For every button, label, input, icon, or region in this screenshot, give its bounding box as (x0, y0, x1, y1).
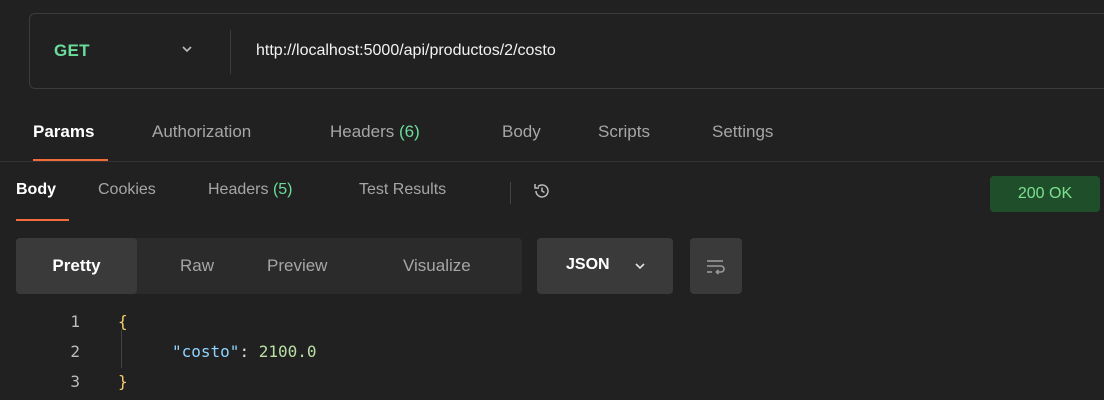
format-raw[interactable]: Raw (180, 238, 214, 294)
chevron-down-icon[interactable] (180, 42, 194, 56)
url-input[interactable]: http://localhost:5000/api/productos/2/co… (256, 42, 556, 60)
line-number: 2 (70, 342, 80, 361)
tab-headers[interactable]: Headers (6) (330, 122, 420, 142)
response-tab-test-results[interactable]: Test Results (359, 181, 446, 199)
tab-count: (6) (399, 122, 420, 141)
wrap-lines-icon (707, 260, 725, 275)
tab-label: Authorization (152, 122, 252, 141)
language-label: JSON (566, 256, 610, 273)
tab-label: Test Results (359, 181, 447, 198)
active-tab-indicator (16, 219, 69, 221)
active-tab-indicator (33, 159, 108, 161)
response-tab-body[interactable]: Body (16, 181, 56, 199)
open-brace: { (118, 312, 128, 331)
chevron-down-icon (635, 263, 645, 270)
url-divider (230, 30, 231, 74)
wrap-lines-button[interactable] (690, 238, 742, 294)
line-number: 1 (70, 312, 80, 331)
tab-body[interactable]: Body (502, 122, 541, 142)
tab-label: Cookies (98, 181, 156, 198)
tab-label: Scripts (598, 122, 650, 141)
status-badge: 200 OK (990, 176, 1100, 212)
postman-request-panel: GET http://localhost:5000/api/productos/… (0, 0, 1104, 400)
line-number: 3 (70, 372, 80, 391)
indent-guide (121, 330, 122, 368)
json-entry: "costo": 2100.0 (172, 342, 317, 361)
tab-label: Headers (330, 122, 395, 141)
response-tabs: Body Cookies Headers (5) Test Results 20… (0, 164, 1104, 226)
tab-label: Settings (712, 122, 774, 141)
format-pretty[interactable]: Pretty (16, 238, 137, 294)
format-toggle-group: Pretty Raw Preview Visualize (16, 238, 522, 294)
response-tab-cookies[interactable]: Cookies (98, 181, 156, 199)
language-select[interactable]: JSON (537, 238, 673, 294)
tab-authorization[interactable]: Authorization (152, 122, 251, 142)
json-colon: : (239, 342, 250, 361)
tab-label: Body (502, 122, 541, 141)
tab-label: Headers (208, 181, 269, 198)
url-bar: GET http://localhost:5000/api/productos/… (29, 13, 1104, 89)
response-body-code[interactable]: 1 2 3 { "costo": 2100.0 } (0, 306, 1104, 400)
format-preview[interactable]: Preview (267, 238, 327, 294)
json-value: 2100.0 (258, 342, 317, 361)
tab-settings[interactable]: Settings (712, 122, 773, 142)
format-visualize[interactable]: Visualize (403, 238, 471, 294)
json-key: "costo" (172, 342, 240, 361)
close-brace: } (118, 372, 128, 391)
tab-divider (510, 182, 511, 204)
tab-count: (5) (272, 181, 293, 198)
tab-scripts[interactable]: Scripts (598, 122, 650, 142)
method-select[interactable]: GET (54, 41, 90, 61)
tab-label: Body (16, 181, 56, 198)
tab-params[interactable]: Params (33, 122, 94, 142)
tab-label: Params (33, 122, 95, 141)
response-tab-headers[interactable]: Headers (5) (208, 181, 293, 199)
history-icon[interactable] (531, 180, 553, 202)
request-tabs: Params Authorization Headers (6) Body Sc… (0, 108, 1104, 162)
